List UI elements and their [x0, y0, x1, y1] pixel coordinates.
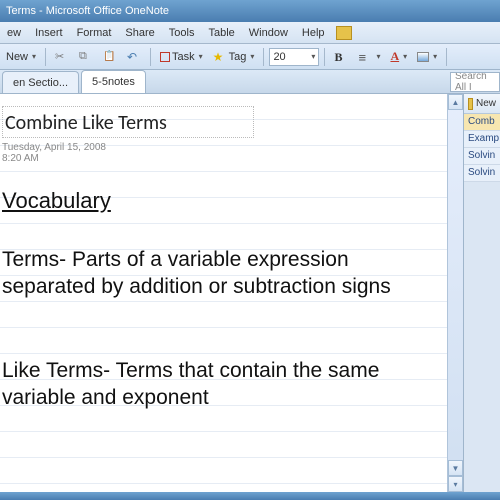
window-title: Terms - Microsoft Office OneNote: [6, 5, 169, 17]
tab-section[interactable]: en Sectio...: [2, 71, 79, 93]
heading-vocabulary[interactable]: Vocabulary: [2, 188, 441, 214]
menu-help[interactable]: Help: [295, 22, 332, 44]
toolbar: New Task Tag 20▾ A: [0, 44, 500, 70]
page-tab-example[interactable]: Examp: [464, 131, 500, 148]
cut-button[interactable]: [51, 48, 73, 66]
title-bar: Terms - Microsoft Office OneNote: [0, 0, 500, 22]
page-tabs-panel: New Comb Examp Solvin Solvin: [463, 94, 500, 492]
bold-button[interactable]: [330, 48, 352, 66]
workspace: Combine Like Terms Tuesday, April 15, 20…: [0, 94, 463, 492]
menu-format[interactable]: Format: [70, 22, 119, 44]
paste-button[interactable]: [99, 48, 121, 66]
copy-icon: [79, 50, 93, 64]
paragraph-terms[interactable]: Terms- Parts of a variable expression se…: [2, 246, 441, 301]
task-icon: [160, 52, 170, 62]
page-date: Tuesday, April 15, 2008: [2, 142, 441, 153]
scissors-icon: [55, 50, 69, 64]
note-icon[interactable]: [336, 26, 352, 40]
page-time: 8:20 AM: [2, 153, 441, 164]
note-page[interactable]: Combine Like Terms Tuesday, April 15, 20…: [0, 94, 447, 492]
section-tabs: en Sectio... 5-5notes Search All I: [0, 70, 500, 94]
menu-insert[interactable]: Insert: [28, 22, 70, 44]
font-size-input[interactable]: 20▾: [269, 48, 319, 66]
task-button[interactable]: Task: [156, 49, 207, 65]
menu-window[interactable]: Window: [242, 22, 295, 44]
menu-bar: ew Insert Format Share Tools Table Windo…: [0, 22, 500, 44]
new-button[interactable]: New: [2, 49, 40, 65]
page-tab-combine[interactable]: Comb: [464, 114, 500, 131]
paragraph-like-terms[interactable]: Like Terms- Terms that contain the same …: [2, 357, 441, 412]
list-button[interactable]: [354, 48, 384, 66]
page-content[interactable]: Vocabulary Terms- Parts of a variable ex…: [2, 188, 441, 411]
page-title[interactable]: Combine Like Terms: [5, 111, 245, 135]
scroll-up-button[interactable]: ▲: [448, 94, 463, 110]
list-icon: [358, 50, 372, 64]
search-input[interactable]: Search All I: [450, 72, 500, 92]
star-icon: [213, 50, 227, 64]
paste-icon: [103, 50, 117, 64]
font-color-button[interactable]: A: [386, 47, 411, 66]
font-color-icon: A: [390, 49, 399, 64]
menu-new[interactable]: ew: [0, 22, 28, 44]
scroll-next-button[interactable]: ▾: [448, 476, 463, 492]
menu-tools[interactable]: Tools: [162, 22, 202, 44]
new-page-button[interactable]: New: [464, 94, 500, 114]
undo-button[interactable]: [123, 48, 145, 66]
tab-active-section[interactable]: 5-5notes: [81, 70, 146, 93]
page-tab-solving1[interactable]: Solvin: [464, 148, 500, 165]
menu-share[interactable]: Share: [118, 22, 161, 44]
title-container[interactable]: Combine Like Terms: [2, 106, 254, 138]
bold-icon: [334, 50, 348, 64]
copy-button[interactable]: [75, 48, 97, 66]
page-tab-solving2[interactable]: Solvin: [464, 165, 500, 182]
highlight-button[interactable]: [413, 50, 441, 64]
highlight-icon: [417, 52, 429, 62]
menu-table[interactable]: Table: [201, 22, 241, 44]
undo-icon: [127, 50, 141, 64]
scroll-down-button[interactable]: ▼: [448, 460, 463, 476]
vertical-scrollbar[interactable]: ▲ ▼ ▾: [447, 94, 463, 492]
status-bar: [0, 492, 500, 500]
tag-button[interactable]: Tag: [209, 48, 259, 66]
